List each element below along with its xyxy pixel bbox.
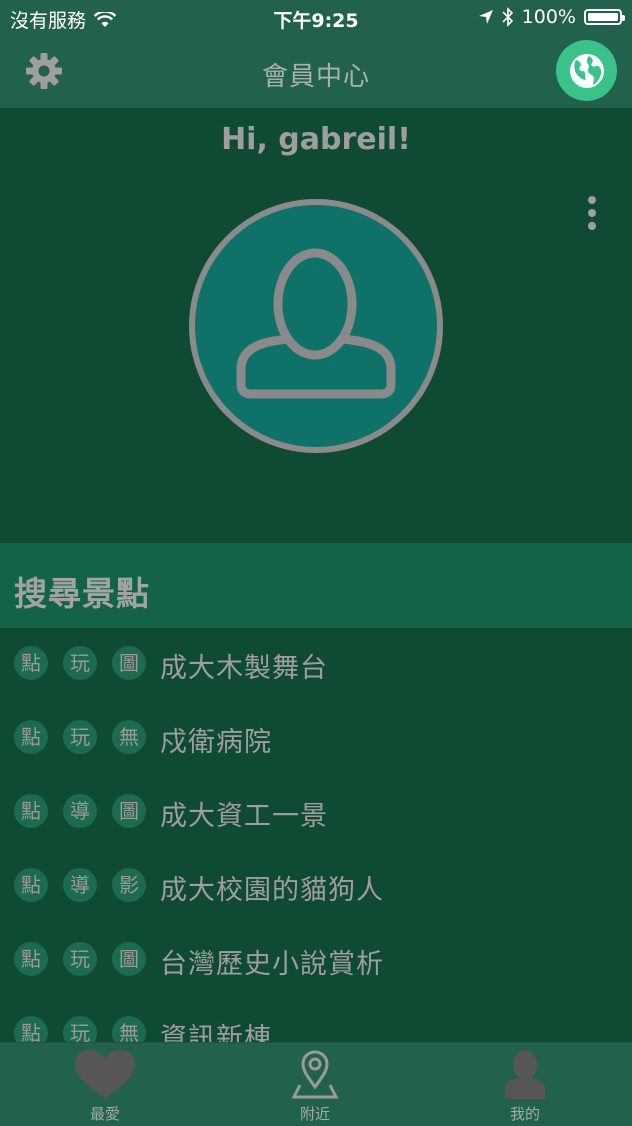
place-name: 成大校園的貓狗人 <box>160 875 384 906</box>
tag-badge: 玩 <box>63 720 97 754</box>
tab-bar: 最愛 附近 我的 <box>0 1042 632 1126</box>
tag-badge: 玩 <box>63 942 97 976</box>
places-list: 點 玩 圖 成大木製舞台 點 玩 無 戍衛病院 點 導 圖 成大資工一景 點 導… <box>0 628 632 1042</box>
bluetooth-icon <box>502 7 513 27</box>
tag-badge: 玩 <box>63 646 97 680</box>
tag-badge: 點 <box>14 646 48 680</box>
battery-percent: 100% <box>521 6 576 28</box>
tag-badge: 圖 <box>112 942 146 976</box>
location-arrow-icon <box>478 10 493 24</box>
search-places-header: 搜尋景點 <box>0 543 632 628</box>
avatar[interactable] <box>188 195 444 457</box>
globe-icon <box>569 53 604 88</box>
tag-badge: 點 <box>14 794 48 828</box>
battery-icon <box>584 9 625 25</box>
list-item[interactable]: 點 玩 無 戍衛病院 <box>0 702 632 776</box>
tag-badge: 點 <box>14 1016 48 1042</box>
place-name: 成大資工一景 <box>160 801 328 832</box>
tag-badge: 導 <box>63 868 97 902</box>
greeting-text: Hi, gabreil! <box>221 122 411 157</box>
person-icon <box>505 1050 545 1099</box>
tag-badge: 點 <box>14 868 48 902</box>
tab-label: 附近 <box>299 1105 330 1123</box>
tag-badge: 點 <box>14 720 48 754</box>
tag-badge: 導 <box>63 794 97 828</box>
list-item[interactable]: 點 導 影 成大校園的貓狗人 <box>0 850 632 924</box>
heart-icon <box>75 1050 135 1099</box>
place-name: 戍衛病院 <box>160 727 272 758</box>
list-item[interactable]: 點 玩 圖 台灣歷史小說賞析 <box>0 924 632 998</box>
list-item[interactable]: 點 玩 圖 成大木製舞台 <box>0 628 632 702</box>
list-item[interactable]: 點 導 圖 成大資工一景 <box>0 776 632 850</box>
tag-badge: 無 <box>112 720 146 754</box>
language-globe-button[interactable] <box>556 40 617 101</box>
tag-badge: 玩 <box>63 1016 97 1042</box>
page-title: 會員中心 <box>261 62 370 92</box>
place-name: 成大木製舞台 <box>160 653 328 684</box>
nav-bar: 會員中心 <box>0 36 632 109</box>
section-title: 搜尋景點 <box>14 574 150 613</box>
tag-badge: 圖 <box>112 794 146 828</box>
tag-badge: 無 <box>112 1016 146 1042</box>
list-item[interactable]: 點 玩 無 資訊新棟 <box>0 998 632 1042</box>
map-pin-icon <box>292 1050 338 1099</box>
tab-label: 我的 <box>509 1105 540 1123</box>
tab-mine[interactable]: 我的 <box>420 1043 630 1126</box>
status-bar: 沒有服務 下午9:25 100% <box>0 0 632 36</box>
tag-badge: 點 <box>14 942 48 976</box>
tag-badge: 影 <box>112 868 146 902</box>
tab-label: 最愛 <box>89 1105 120 1123</box>
place-name: 台灣歷史小說賞析 <box>160 949 384 980</box>
more-options-icon[interactable] <box>582 194 602 234</box>
tag-badge: 圖 <box>112 646 146 680</box>
tab-nearby[interactable]: 附近 <box>210 1043 420 1126</box>
tab-favorites[interactable]: 最愛 <box>0 1043 210 1126</box>
place-name: 資訊新棟 <box>160 1023 272 1042</box>
